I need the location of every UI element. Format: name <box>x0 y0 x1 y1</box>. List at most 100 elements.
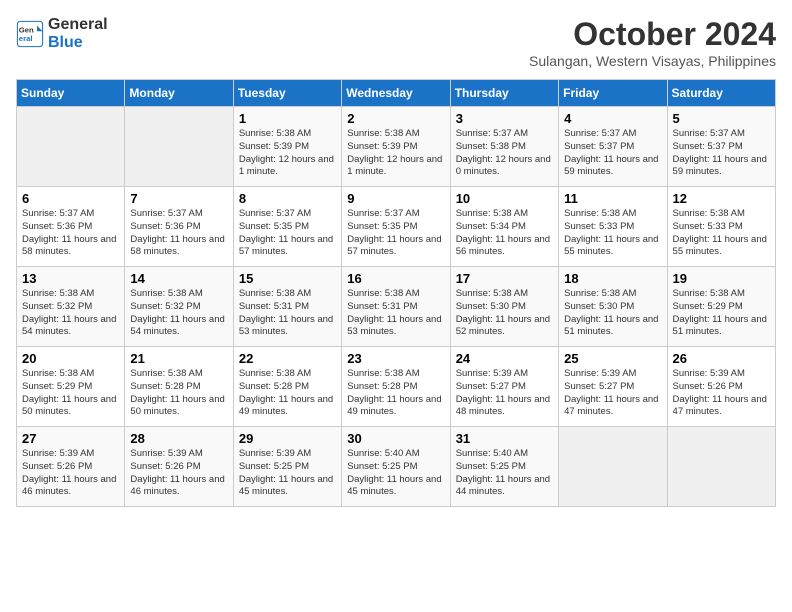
day-content: Sunrise: 5:38 AM Sunset: 5:30 PM Dayligh… <box>456 288 553 339</box>
svg-text:eral: eral <box>19 34 33 43</box>
day-content: Sunrise: 5:38 AM Sunset: 5:28 PM Dayligh… <box>130 368 227 419</box>
day-content: Sunrise: 5:38 AM Sunset: 5:31 PM Dayligh… <box>347 288 444 339</box>
calendar-cell <box>667 427 775 507</box>
day-content: Sunrise: 5:38 AM Sunset: 5:39 PM Dayligh… <box>347 128 444 179</box>
header-thursday: Thursday <box>450 80 558 107</box>
day-number: 14 <box>130 271 227 286</box>
day-content: Sunrise: 5:39 AM Sunset: 5:26 PM Dayligh… <box>22 448 119 499</box>
day-content: Sunrise: 5:38 AM Sunset: 5:30 PM Dayligh… <box>564 288 661 339</box>
day-content: Sunrise: 5:38 AM Sunset: 5:32 PM Dayligh… <box>22 288 119 339</box>
day-number: 13 <box>22 271 119 286</box>
day-content: Sunrise: 5:37 AM Sunset: 5:37 PM Dayligh… <box>564 128 661 179</box>
calendar-cell: 27 Sunrise: 5:39 AM Sunset: 5:26 PM Dayli… <box>17 427 125 507</box>
day-content: Sunrise: 5:37 AM Sunset: 5:36 PM Dayligh… <box>130 208 227 259</box>
calendar-cell: 22Sunrise: 5:38 AM Sunset: 5:28 PM Dayli… <box>233 347 341 427</box>
calendar-cell: 25Sunrise: 5:39 AM Sunset: 5:27 PM Dayli… <box>559 347 667 427</box>
calendar-cell: 11 Sunrise: 5:38 AM Sunset: 5:33 PM Dayli… <box>559 187 667 267</box>
calendar-cell <box>17 107 125 187</box>
day-number: 31 <box>456 431 553 446</box>
day-content: Sunrise: 5:38 AM Sunset: 5:28 PM Dayligh… <box>347 368 444 419</box>
logo-text: General Blue <box>48 16 108 52</box>
header-monday: Monday <box>125 80 233 107</box>
day-content: Sunrise: 5:40 AM Sunset: 5:25 PM Dayligh… <box>347 448 444 499</box>
day-content: Sunrise: 5:37 AM Sunset: 5:35 PM Dayligh… <box>347 208 444 259</box>
page-header: Gen eral General Blue October 2024 Sulan… <box>16 16 776 69</box>
calendar-cell: 14 Sunrise: 5:38 AM Sunset: 5:32 PM Dayli… <box>125 267 233 347</box>
calendar-cell: 26 Sunrise: 5:39 AM Sunset: 5:26 PM Dayli… <box>667 347 775 427</box>
day-number: 12 <box>673 191 770 206</box>
day-number: 15 <box>239 271 336 286</box>
day-content: Sunrise: 5:38 AM Sunset: 5:31 PM Dayligh… <box>239 288 336 339</box>
day-content: Sunrise: 5:39 AM Sunset: 5:25 PM Dayligh… <box>239 448 336 499</box>
day-content: Sunrise: 5:39 AM Sunset: 5:27 PM Dayligh… <box>456 368 553 419</box>
day-content: Sunrise: 5:38 AM Sunset: 5:39 PM Dayligh… <box>239 128 336 179</box>
header-friday: Friday <box>559 80 667 107</box>
day-content: Sunrise: 5:37 AM Sunset: 5:35 PM Dayligh… <box>239 208 336 259</box>
title-block: October 2024 Sulangan, Western Visayas, … <box>529 16 776 69</box>
day-number: 7 <box>130 191 227 206</box>
header-saturday: Saturday <box>667 80 775 107</box>
day-number: 9 <box>347 191 444 206</box>
day-content: Sunrise: 5:38 AM Sunset: 5:28 PM Dayligh… <box>239 368 336 419</box>
calendar-cell: 17 Sunrise: 5:38 AM Sunset: 5:30 PM Dayli… <box>450 267 558 347</box>
calendar-cell: 29 Sunrise: 5:39 AM Sunset: 5:25 PM Dayli… <box>233 427 341 507</box>
day-number: 27 <box>22 431 119 446</box>
day-content: Sunrise: 5:38 AM Sunset: 5:29 PM Dayligh… <box>22 368 119 419</box>
header-wednesday: Wednesday <box>342 80 450 107</box>
day-number: 20 <box>22 351 119 366</box>
calendar-cell: 9 Sunrise: 5:37 AM Sunset: 5:35 PM Daylig… <box>342 187 450 267</box>
day-content: Sunrise: 5:40 AM Sunset: 5:25 PM Dayligh… <box>456 448 553 499</box>
header-tuesday: Tuesday <box>233 80 341 107</box>
day-content: Sunrise: 5:39 AM Sunset: 5:26 PM Dayligh… <box>673 368 770 419</box>
logo: Gen eral General Blue <box>16 16 108 52</box>
logo-icon: Gen eral <box>16 20 44 48</box>
calendar-table: SundayMondayTuesdayWednesdayThursdayFrid… <box>16 79 776 507</box>
week-row-5: 27 Sunrise: 5:39 AM Sunset: 5:26 PM Dayli… <box>17 427 776 507</box>
calendar-cell: 23 Sunrise: 5:38 AM Sunset: 5:28 PM Dayli… <box>342 347 450 427</box>
calendar-cell: 2Sunrise: 5:38 AM Sunset: 5:39 PM Daylig… <box>342 107 450 187</box>
day-number: 21 <box>130 351 227 366</box>
day-content: Sunrise: 5:37 AM Sunset: 5:37 PM Dayligh… <box>673 128 770 179</box>
day-content: Sunrise: 5:38 AM Sunset: 5:34 PM Dayligh… <box>456 208 553 259</box>
day-number: 19 <box>673 271 770 286</box>
day-number: 16 <box>347 271 444 286</box>
day-content: Sunrise: 5:38 AM Sunset: 5:29 PM Dayligh… <box>673 288 770 339</box>
calendar-cell: 24 Sunrise: 5:39 AM Sunset: 5:27 PM Dayli… <box>450 347 558 427</box>
day-number: 10 <box>456 191 553 206</box>
day-content: Sunrise: 5:38 AM Sunset: 5:32 PM Dayligh… <box>130 288 227 339</box>
calendar-cell: 12 Sunrise: 5:38 AM Sunset: 5:33 PM Dayli… <box>667 187 775 267</box>
header-sunday: Sunday <box>17 80 125 107</box>
calendar-cell: 5 Sunrise: 5:37 AM Sunset: 5:37 PM Daylig… <box>667 107 775 187</box>
day-number: 28 <box>130 431 227 446</box>
calendar-cell: 3Sunrise: 5:37 AM Sunset: 5:38 PM Daylig… <box>450 107 558 187</box>
calendar-cell: 6Sunrise: 5:37 AM Sunset: 5:36 PM Daylig… <box>17 187 125 267</box>
calendar-cell: 4 Sunrise: 5:37 AM Sunset: 5:37 PM Daylig… <box>559 107 667 187</box>
calendar-cell <box>125 107 233 187</box>
day-number: 8 <box>239 191 336 206</box>
calendar-cell: 20 Sunrise: 5:38 AM Sunset: 5:29 PM Dayli… <box>17 347 125 427</box>
day-number: 24 <box>456 351 553 366</box>
day-number: 17 <box>456 271 553 286</box>
day-content: Sunrise: 5:38 AM Sunset: 5:33 PM Dayligh… <box>673 208 770 259</box>
day-number: 1 <box>239 111 336 126</box>
day-number: 26 <box>673 351 770 366</box>
svg-text:Gen: Gen <box>19 26 34 35</box>
calendar-cell: 31 Sunrise: 5:40 AM Sunset: 5:25 PM Dayli… <box>450 427 558 507</box>
calendar-cell: 7 Sunrise: 5:37 AM Sunset: 5:36 PM Daylig… <box>125 187 233 267</box>
calendar-header-row: SundayMondayTuesdayWednesdayThursdayFrid… <box>17 80 776 107</box>
calendar-cell: 13 Sunrise: 5:38 AM Sunset: 5:32 PM Dayli… <box>17 267 125 347</box>
day-number: 6 <box>22 191 119 206</box>
day-number: 25 <box>564 351 661 366</box>
day-number: 23 <box>347 351 444 366</box>
day-number: 29 <box>239 431 336 446</box>
calendar-cell: 16 Sunrise: 5:38 AM Sunset: 5:31 PM Dayli… <box>342 267 450 347</box>
day-number: 11 <box>564 191 661 206</box>
day-number: 4 <box>564 111 661 126</box>
day-content: Sunrise: 5:39 AM Sunset: 5:26 PM Dayligh… <box>130 448 227 499</box>
day-content: Sunrise: 5:38 AM Sunset: 5:33 PM Dayligh… <box>564 208 661 259</box>
day-content: Sunrise: 5:37 AM Sunset: 5:38 PM Dayligh… <box>456 128 553 179</box>
location: Sulangan, Western Visayas, Philippines <box>529 53 776 69</box>
day-number: 18 <box>564 271 661 286</box>
calendar-cell: 19 Sunrise: 5:38 AM Sunset: 5:29 PM Dayli… <box>667 267 775 347</box>
day-number: 5 <box>673 111 770 126</box>
